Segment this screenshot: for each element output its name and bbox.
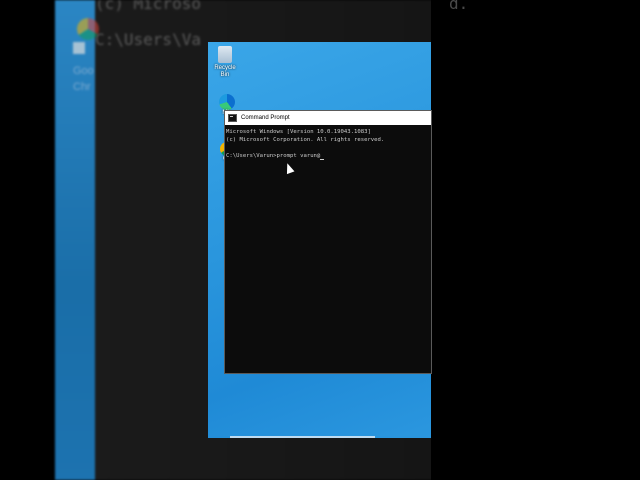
desktop-icon-label: Recycle Bin xyxy=(214,65,236,78)
taskbar-edge xyxy=(230,436,375,438)
console-command: C:\Users\Varun>prompt varun@ xyxy=(226,153,321,159)
console-line: (c) Microsoft Corporation. All rights re… xyxy=(226,137,385,143)
console-input-line[interactable]: C:\Users\Varun>prompt varun@ xyxy=(226,152,430,160)
window-title: Command Prompt xyxy=(241,115,290,121)
console-line: Microsoft Windows [Version 10.0.19043.10… xyxy=(226,129,371,135)
desktop-icon-recycle-bin[interactable]: Recycle Bin xyxy=(210,46,240,79)
shortcut-arrow-icon xyxy=(73,42,85,54)
edge-icon xyxy=(219,94,235,110)
background-icon-label: Chr xyxy=(73,81,91,93)
background-text-line: (c) Microso xyxy=(95,0,201,13)
background-text-line: C:\Users\Va xyxy=(95,30,201,49)
command-prompt-window[interactable]: Command Prompt Microsoft Windows [Versio… xyxy=(225,111,431,373)
recycle-bin-icon xyxy=(218,46,232,63)
right-dark-panel: d. xyxy=(431,0,640,480)
terminal-icon xyxy=(228,114,237,122)
text-caret xyxy=(320,159,325,160)
window-titlebar[interactable]: Command Prompt xyxy=(225,111,431,125)
console-output[interactable]: Microsoft Windows [Version 10.0.19043.10… xyxy=(225,125,431,163)
background-icon-label: Goo xyxy=(73,65,94,77)
background-text-line: d. xyxy=(449,0,469,13)
